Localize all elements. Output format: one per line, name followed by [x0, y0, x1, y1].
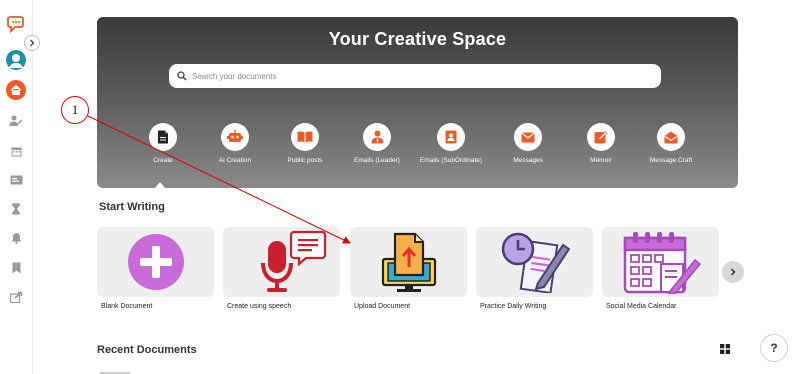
recent-documents-heading: Recent Documents: [97, 344, 197, 356]
category-messages[interactable]: Messages: [488, 123, 568, 164]
id-card-icon[interactable]: [6, 170, 26, 190]
grid-view-icon[interactable]: [720, 344, 730, 354]
document-icon: [149, 123, 177, 151]
upload-document-card[interactable]: [350, 227, 467, 297]
search-placeholder: Search your documents: [192, 71, 277, 81]
chevron-right-icon: [30, 39, 35, 47]
category-label: Message Craft: [649, 157, 693, 164]
pencil-square-icon: [587, 123, 615, 151]
practice-daily-writing-card[interactable]: [476, 227, 593, 297]
category-label: Public posts: [287, 157, 323, 164]
social-media-calendar-card[interactable]: [602, 227, 719, 297]
blank-document-card[interactable]: [97, 227, 214, 297]
category-public-posts[interactable]: Public posts: [265, 123, 345, 164]
bell-icon[interactable]: [6, 228, 26, 248]
user-edit-icon[interactable]: [6, 111, 26, 131]
plus-circle-icon: [127, 234, 184, 290]
card-label: Practice Daily Writing: [480, 303, 547, 310]
share-icon[interactable]: [6, 287, 26, 307]
category-label: Create: [153, 157, 173, 164]
category-create[interactable]: Create: [123, 123, 203, 164]
annotation-marker: 1: [61, 96, 89, 124]
create-using-speech-card[interactable]: [223, 227, 340, 297]
search-icon: [177, 71, 187, 81]
creative-space-banner: Your Creative Space Search your document…: [97, 17, 738, 188]
robot-icon: [221, 123, 249, 151]
category-label: Emails (SubOrdinate): [419, 157, 483, 164]
card-label: Social Media Calendar: [606, 303, 677, 310]
start-writing-heading: Start Writing: [99, 201, 165, 213]
bookmark-icon[interactable]: [6, 258, 26, 278]
help-button[interactable]: ?: [760, 334, 788, 362]
collapse-sidebar-button[interactable]: [24, 35, 40, 51]
selected-tab-pointer: [154, 182, 166, 188]
carousel-next-button[interactable]: [722, 261, 744, 283]
microphone-icon: [260, 230, 326, 292]
category-label: Ai Creation: [218, 157, 252, 164]
card-label: Create using speech: [227, 303, 292, 310]
sidebar: [0, 0, 40, 374]
category-label: Messages: [513, 157, 543, 164]
card-label: Blank Document: [101, 303, 153, 310]
category-label: Emails (Leader): [354, 157, 400, 164]
category-memoir[interactable]: Memoir: [561, 123, 641, 164]
calendar-icon[interactable]: [6, 141, 26, 161]
category-message-craft[interactable]: Message Craft: [631, 123, 711, 164]
search-input[interactable]: Search your documents: [169, 64, 661, 88]
page-title: Your Creative Space: [328, 29, 507, 49]
clock-notepad-icon: [501, 232, 570, 293]
category-label: Memoir: [590, 157, 612, 164]
category-emails-subordinate[interactable]: Emails (SubOrdinate): [411, 123, 491, 164]
chat-logo-icon[interactable]: [6, 14, 26, 34]
category-ai-creation[interactable]: Ai Creation: [195, 123, 275, 164]
contact-icon: [437, 123, 465, 151]
envelope-open-icon: [657, 123, 685, 151]
leader-icon: [363, 123, 391, 151]
hourglass-icon[interactable]: [6, 199, 26, 219]
upload-monitor-icon: [381, 232, 436, 292]
calendar-edit-icon: [623, 232, 701, 294]
mail-icon: [514, 123, 542, 151]
category-emails-leader[interactable]: Emails (Leader): [337, 123, 417, 164]
chevron-right-icon: [730, 268, 736, 276]
book-icon: [291, 123, 319, 151]
home-icon[interactable]: [6, 80, 26, 100]
card-label: Upload Document: [354, 303, 411, 310]
avatar-icon[interactable]: [6, 50, 26, 70]
